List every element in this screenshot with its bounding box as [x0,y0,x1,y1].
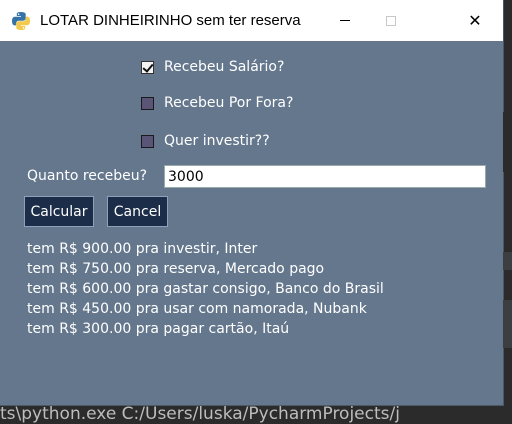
result-line: tem R$ 750.00 pra reserva, Mercado pago [27,261,325,277]
result-line: tem R$ 300.00 pra pagar cartão, Itaú [27,321,290,337]
cancel-button[interactable]: Cancel [107,196,168,227]
investir-checkbox[interactable] [141,134,154,148]
por-fora-label: Recebeu Por Fora? [164,95,294,111]
option-investir[interactable]: Quer investir?? [141,131,270,151]
por-fora-checkbox[interactable] [141,96,154,110]
result-line: tem R$ 450.00 pra usar com namorada, Nub… [27,301,367,317]
results-list: tem R$ 900.00 pra investir, Inter tem R$… [27,239,384,339]
background-terminal-line: ts\python.exe C:/Users/luska/PycharmProj… [0,404,400,424]
result-line: tem R$ 600.00 pra gastar consigo, Banco … [27,281,384,297]
window-title: LOTAR DINHEIRINHO sem ter reserva [40,12,301,29]
result-line: tem R$ 900.00 pra investir, Inter [27,241,258,257]
close-icon: ✕ [468,11,482,30]
maximize-icon [386,15,396,26]
option-por-fora[interactable]: Recebeu Por Fora? [141,93,293,113]
form-area: Recebeu Salário? Recebeu Por Fora? Quer … [0,41,503,405]
python-icon [12,12,30,30]
minimize-icon [340,20,350,21]
option-salario[interactable]: Recebeu Salário? [141,57,284,77]
calculate-button[interactable]: Calcular [24,196,94,227]
close-button[interactable]: ✕ [452,0,498,41]
amount-input[interactable] [164,165,486,188]
background-editor-sliver [503,112,512,172]
maximize-button[interactable] [368,0,414,41]
background-panel-sliver [503,252,512,270]
salario-checkbox[interactable] [141,60,154,74]
background-panel-sliver [503,300,512,348]
title-bar[interactable]: LOTAR DINHEIRINHO sem ter reserva ✕ [0,0,503,41]
investir-label: Quer investir?? [164,133,270,149]
amount-label: Quanto recebeu? [27,168,148,184]
minimize-button[interactable] [322,0,368,41]
app-window: LOTAR DINHEIRINHO sem ter reserva ✕ Rece… [0,0,503,405]
salario-label: Recebeu Salário? [164,59,285,75]
